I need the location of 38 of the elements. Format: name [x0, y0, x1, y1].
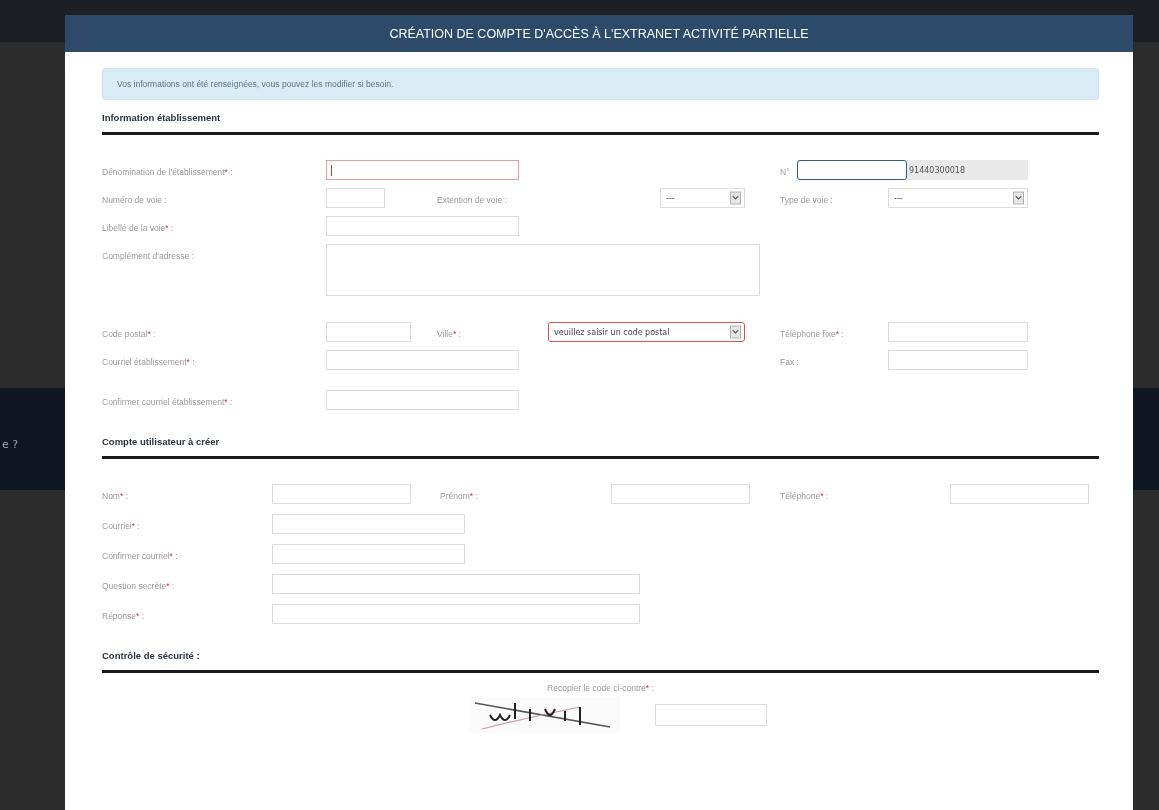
- info-alert: Vos informations ont été renseignées, vous pouvez les modifier si besoin.: [102, 68, 1099, 100]
- field-label: Confirmer courriel établissement* :: [102, 396, 233, 407]
- section-title: Information établissement: [102, 112, 222, 123]
- field-label: Ville* :: [437, 328, 461, 339]
- field-label: Question secrète* :: [102, 580, 175, 591]
- readonly-field: 91440300018: [907, 160, 1028, 180]
- select-field[interactable]: ---: [888, 188, 1028, 208]
- chevron-down-icon: [730, 191, 741, 205]
- section-title: Contrôle de sécurité :: [102, 650, 201, 661]
- captcha-input[interactable]: [654, 704, 767, 726]
- text-area[interactable]: [326, 244, 760, 296]
- dialog-title: CRÉATION DE COMPTE D'ACCÈS À L'EXTRANET ACTIVITÉ PARTIELLE: [389, 26, 809, 41]
- field-label: N°: [780, 166, 790, 177]
- field-label: Dénomination de l'établissement* :: [102, 166, 233, 177]
- field-label: Libellé de la voie* :: [102, 222, 174, 233]
- field-label: Prénom* :: [440, 490, 478, 501]
- select-field[interactable]: veuillez saisir un code postal: [548, 322, 745, 342]
- field-label: Téléphone fixe* :: [780, 328, 844, 339]
- captcha-label: Recopier le code ci-contre* :: [547, 683, 654, 693]
- input-field[interactable]: [797, 160, 907, 180]
- field-label: Code postal* :: [102, 328, 156, 339]
- field-label: Confirmer courriel* :: [102, 550, 178, 561]
- chevron-down-icon: [730, 325, 741, 339]
- field-label: Type de voie :: [780, 194, 833, 205]
- field-label: Numéro de voie :: [102, 194, 167, 205]
- select-field[interactable]: ---: [660, 188, 745, 208]
- section-title: Compte utilisateur à créer: [102, 436, 221, 447]
- field-label: Réponse* :: [102, 610, 145, 621]
- field-label: Fax :: [780, 356, 799, 367]
- field-label: Complément d'adresse :: [102, 250, 194, 261]
- chevron-down-icon: [1013, 191, 1024, 205]
- field-label: Extention de voie :: [437, 194, 507, 205]
- field-label: Téléphone* :: [780, 490, 829, 501]
- field-label: Courriel établissement* :: [102, 356, 195, 367]
- field-label: Nom* :: [102, 490, 128, 501]
- field-label: Courriel* :: [102, 520, 140, 531]
- side-text: e ?: [2, 438, 19, 451]
- input-field[interactable]: [326, 160, 519, 180]
